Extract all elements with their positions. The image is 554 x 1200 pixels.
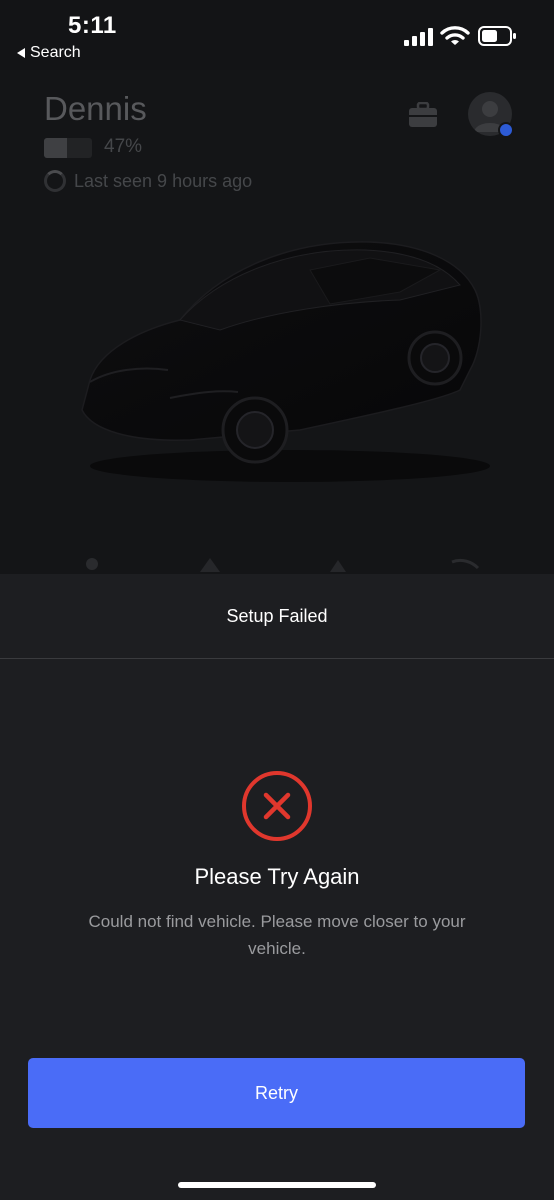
last-seen-text: Last seen 9 hours ago (74, 170, 253, 191)
sheet-title: Setup Failed (226, 606, 328, 626)
error-title: Please Try Again (194, 864, 360, 889)
sheet-divider (0, 658, 554, 659)
quick-actions-row (86, 558, 480, 572)
vehicle-name: Dennis (44, 90, 147, 127)
vehicle-home-background: Dennis 47% Last seen 9 hours ago (0, 70, 554, 575)
retry-button[interactable]: Retry (28, 1058, 525, 1128)
toolbox-icon[interactable] (408, 102, 438, 128)
error-message: Could not find vehicle. Please move clos… (88, 912, 466, 958)
cellular-signal-icon (404, 28, 433, 46)
status-time: 5:11 (68, 12, 117, 39)
battery-level-bar (44, 138, 92, 158)
battery-percent: 47% (104, 136, 143, 157)
setup-failed-sheet: Setup Failed Please Try Again Could not … (0, 574, 554, 1200)
error-x-circle-icon (242, 771, 312, 841)
back-to-search-link[interactable]: Search (17, 44, 81, 62)
back-link-label: Search (30, 44, 81, 61)
last-seen-status: Last seen 9 hours ago (44, 170, 252, 192)
battery-icon (478, 26, 516, 46)
home-indicator (178, 1182, 376, 1188)
wifi-icon (440, 26, 470, 45)
battery-level-fill (44, 138, 67, 158)
back-arrow-icon (17, 48, 25, 58)
notification-dot (498, 122, 514, 138)
status-bar: 5:11 Search (0, 0, 554, 70)
vehicle-image (81, 241, 490, 482)
loading-spinner-icon (44, 170, 66, 192)
